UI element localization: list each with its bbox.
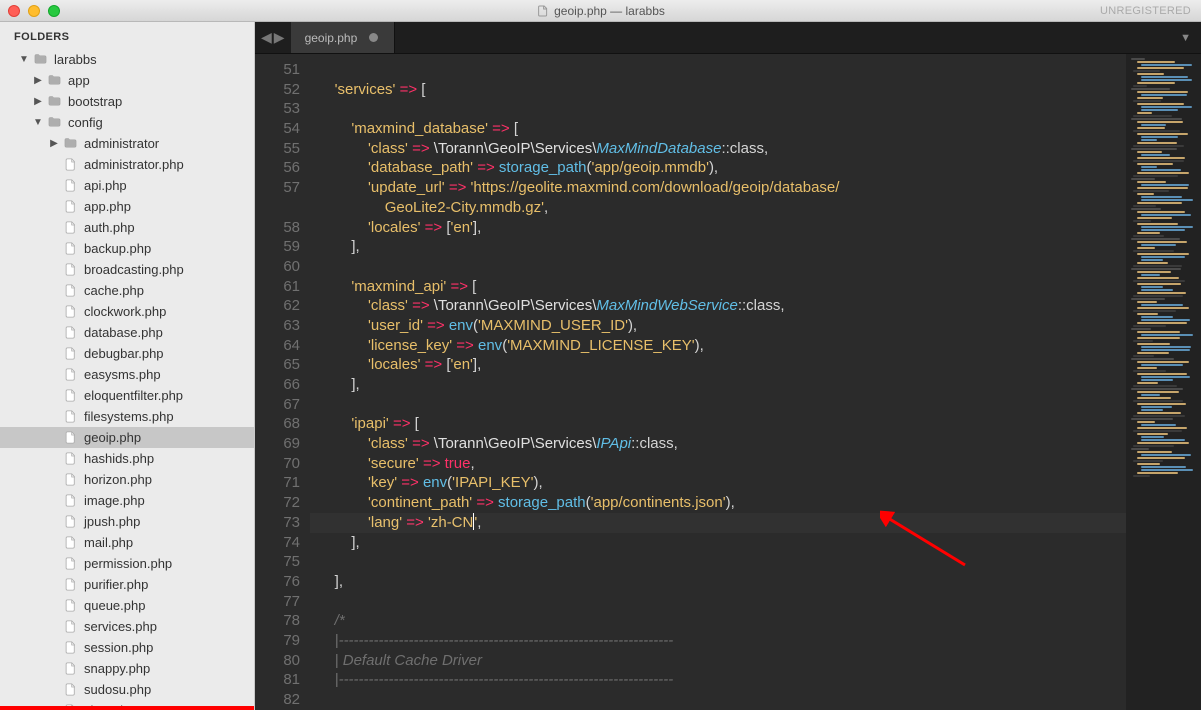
tree-file-filesystems-php[interactable]: ▶filesystems.php	[0, 406, 254, 427]
mac-titlebar: geoip.php — larabbs UNREGISTERED	[0, 0, 1201, 22]
tree-file-eloquentfilter-php[interactable]: ▶eloquentfilter.php	[0, 385, 254, 406]
tab-label: geoip.php	[305, 31, 358, 45]
tree-folder-bootstrap[interactable]: ▶bootstrap	[0, 91, 254, 112]
minimap[interactable]	[1126, 54, 1201, 710]
file-icon	[62, 220, 78, 236]
tree-file-administrator-php[interactable]: ▶administrator.php	[0, 154, 254, 175]
tree-file-debugbar-php[interactable]: ▶debugbar.php	[0, 343, 254, 364]
file-icon	[62, 346, 78, 362]
folder-icon	[46, 115, 62, 131]
traffic-lights	[0, 5, 60, 17]
tree-file-hashids-php[interactable]: ▶hashids.php	[0, 448, 254, 469]
file-icon	[62, 430, 78, 446]
tree-file-backup-php[interactable]: ▶backup.php	[0, 238, 254, 259]
tab-nav: ◀ ▶	[255, 22, 291, 53]
window-title: geoip.php — larabbs	[536, 4, 665, 18]
tree-file-clockwork-php[interactable]: ▶clockwork.php	[0, 301, 254, 322]
file-icon	[62, 199, 78, 215]
tab-forward-icon[interactable]: ▶	[274, 29, 285, 46]
file-icon	[62, 178, 78, 194]
file-icon	[62, 325, 78, 341]
file-icon	[62, 640, 78, 656]
unregistered-label: UNREGISTERED	[1100, 5, 1191, 17]
tree-file-session-php[interactable]: ▶session.php	[0, 637, 254, 658]
file-icon	[62, 388, 78, 404]
tree-file-mail-php[interactable]: ▶mail.php	[0, 532, 254, 553]
file-icon	[62, 409, 78, 425]
file-icon	[62, 577, 78, 593]
tree-root[interactable]: ▼larabbs	[0, 49, 254, 70]
file-icon	[62, 514, 78, 530]
tree-folder-administrator[interactable]: ▶administrator	[0, 133, 254, 154]
tree-file-auth-php[interactable]: ▶auth.php	[0, 217, 254, 238]
file-icon	[62, 682, 78, 698]
tree-file-easysms-php[interactable]: ▶easysms.php	[0, 364, 254, 385]
tree-file-image-php[interactable]: ▶image.php	[0, 490, 254, 511]
folder-icon	[46, 73, 62, 89]
file-icon	[62, 283, 78, 299]
file-icon	[62, 157, 78, 173]
tree-file-services-php[interactable]: ▶services.php	[0, 616, 254, 637]
editor: ◀ ▶ geoip.php ▼ 515253545556575859606162…	[255, 22, 1201, 710]
tab-back-icon[interactable]: ◀	[261, 29, 272, 46]
tab-overflow-icon[interactable]: ▼	[1170, 22, 1201, 53]
tree-folder-app[interactable]: ▶app	[0, 70, 254, 91]
red-annotation-bar	[0, 706, 254, 710]
zoom-window-icon[interactable]	[48, 5, 60, 17]
tab-geoip[interactable]: geoip.php	[291, 22, 396, 53]
tree-file-queue-php[interactable]: ▶queue.php	[0, 595, 254, 616]
tree-file-sudosu-php[interactable]: ▶sudosu.php	[0, 679, 254, 700]
file-icon	[62, 451, 78, 467]
file-icon	[62, 262, 78, 278]
tree-file-api-php[interactable]: ▶api.php	[0, 175, 254, 196]
tree-file-jpush-php[interactable]: ▶jpush.php	[0, 511, 254, 532]
sidebar-header: FOLDERS	[0, 22, 254, 49]
tree-file-cache-php[interactable]: ▶cache.php	[0, 280, 254, 301]
tree-file-snappy-php[interactable]: ▶snappy.php	[0, 658, 254, 679]
tree-file-horizon-php[interactable]: ▶horizon.php	[0, 469, 254, 490]
document-icon	[536, 5, 548, 17]
minimize-window-icon[interactable]	[28, 5, 40, 17]
file-icon	[62, 493, 78, 509]
sidebar: FOLDERS ▼larabbs▶app▶bootstrap▼config▶ad…	[0, 22, 255, 710]
file-icon	[62, 598, 78, 614]
tree-file-permission-php[interactable]: ▶permission.php	[0, 553, 254, 574]
code-area[interactable]: 5152535455565758596061626364656667686970…	[255, 54, 1201, 710]
tree-folder-config[interactable]: ▼config	[0, 112, 254, 133]
file-icon	[62, 367, 78, 383]
tree-file-database-php[interactable]: ▶database.php	[0, 322, 254, 343]
file-icon	[62, 619, 78, 635]
tree-file-app-php[interactable]: ▶app.php	[0, 196, 254, 217]
folder-icon	[46, 94, 62, 110]
file-icon	[62, 241, 78, 257]
code-content[interactable]: 'services' => [ 'maxmind_database' => [ …	[310, 54, 1201, 710]
file-icon	[62, 556, 78, 572]
tree-file-purifier-php[interactable]: ▶purifier.php	[0, 574, 254, 595]
file-tree[interactable]: ▼larabbs▶app▶bootstrap▼config▶administra…	[0, 49, 254, 706]
tab-bar: ◀ ▶ geoip.php ▼	[255, 22, 1201, 54]
file-icon	[62, 304, 78, 320]
tree-file-geoip-php[interactable]: ▶geoip.php	[0, 427, 254, 448]
file-icon	[62, 535, 78, 551]
folder-icon	[32, 52, 48, 68]
tab-dirty-icon	[369, 33, 378, 42]
folder-icon	[62, 136, 78, 152]
close-window-icon[interactable]	[8, 5, 20, 17]
gutter: 5152535455565758596061626364656667686970…	[255, 54, 310, 710]
file-icon	[62, 661, 78, 677]
tree-file-broadcasting-php[interactable]: ▶broadcasting.php	[0, 259, 254, 280]
file-icon	[62, 472, 78, 488]
